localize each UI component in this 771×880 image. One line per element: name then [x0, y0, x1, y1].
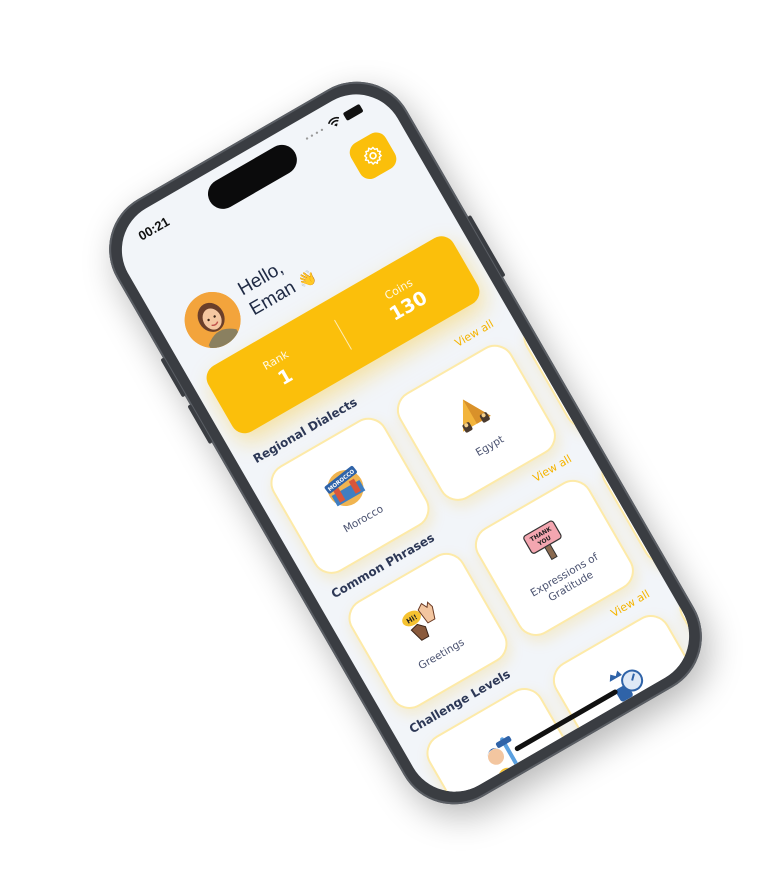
status-time: 00:21 — [135, 213, 172, 244]
dynamic-island — [202, 139, 302, 215]
thank-you-icon: THANK YOU — [523, 520, 562, 561]
mockup-stage: 00:21 •••• Hello, Eman 👋 Rank 1 Coins 13… — [0, 0, 771, 880]
wifi-icon — [327, 116, 340, 127]
phone-device: 00:21 •••• Hello, Eman 👋 Rank 1 Coins 13… — [87, 60, 724, 826]
morocco-icon: MOROCCO — [324, 465, 366, 507]
wave-hand-icon: 👋 — [294, 267, 320, 292]
view-all-link[interactable]: View all — [679, 710, 706, 742]
card-label: Egypt — [473, 433, 506, 459]
signal-icon: •••• — [302, 124, 328, 144]
egypt-icon — [462, 399, 491, 433]
avatar-image — [184, 291, 241, 353]
settings-button[interactable] — [345, 128, 401, 184]
app-screen: 00:21 •••• Hello, Eman 👋 Rank 1 Coins 13… — [104, 76, 707, 810]
avatar[interactable] — [174, 281, 251, 359]
gear-icon — [364, 146, 382, 165]
section-title: Cultural Context — [478, 792, 581, 810]
greetings-icon: Hi! — [401, 600, 436, 641]
battery-icon — [342, 103, 364, 121]
